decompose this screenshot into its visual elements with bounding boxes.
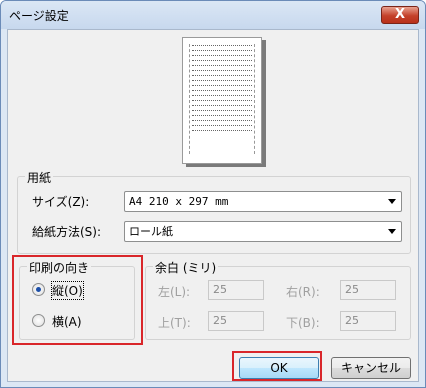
- window-title: ページ設定: [9, 9, 69, 23]
- paper-group: 用紙 サイズ(Z): A4 210 x 297 mm 給紙方法(S): ロール紙: [17, 169, 411, 254]
- margin-left-input[interactable]: 25: [208, 280, 264, 300]
- margin-right-label: 右(R):: [286, 285, 320, 299]
- cancel-button[interactable]: キャンセル: [331, 357, 411, 379]
- page-setup-window: ページ設定 X 用紙 サイズ(Z): A4 210 x 297 mm 給紙方法(…: [0, 0, 426, 388]
- paper-source-value: ロール紙: [129, 225, 173, 238]
- paper-size-value: A4 210 x 297 mm: [129, 195, 229, 208]
- size-label: サイズ(Z):: [32, 195, 90, 209]
- margin-top-label: 上(T):: [158, 316, 191, 330]
- preview-text-lines: [189, 44, 255, 154]
- margin-left-label: 左(L):: [158, 285, 191, 299]
- margins-group-label: 余白 (ミリ): [153, 259, 219, 276]
- paper-source-select[interactable]: ロール紙: [124, 221, 402, 242]
- close-button[interactable]: X: [381, 6, 419, 24]
- margin-bottom-label: 下(B):: [286, 316, 320, 330]
- orientation-highlight-box: [12, 255, 143, 345]
- margin-bottom-input[interactable]: 25: [340, 311, 396, 331]
- margin-right-input[interactable]: 25: [340, 280, 396, 300]
- ok-highlight-box: [232, 351, 322, 381]
- page-preview: [182, 37, 262, 164]
- paper-group-label: 用紙: [25, 169, 54, 186]
- title-bar[interactable]: ページ設定 X: [1, 1, 425, 29]
- margin-top-input[interactable]: 25: [208, 311, 264, 331]
- margins-group: 余白 (ミリ) 左(L): 25 右(R): 25 上(T): 25 下(B):…: [145, 259, 411, 340]
- chevron-down-icon: [388, 229, 396, 234]
- paper-size-select[interactable]: A4 210 x 297 mm: [124, 191, 402, 212]
- source-label: 給紙方法(S):: [32, 225, 102, 239]
- chevron-down-icon: [388, 199, 396, 204]
